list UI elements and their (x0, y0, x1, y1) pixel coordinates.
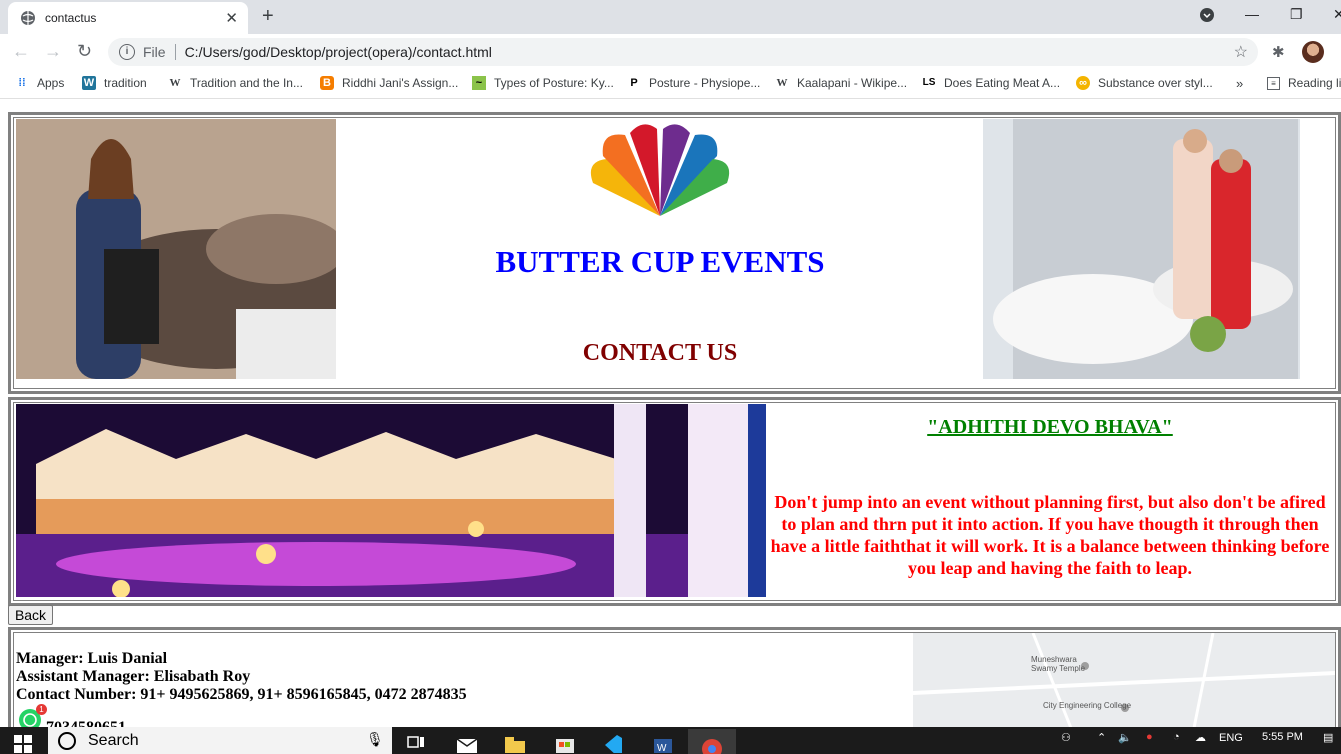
bookmark-label: tradition (104, 76, 147, 90)
bookmark-substance[interactable]: ∞ Substance over styl... (1076, 76, 1213, 90)
globe-icon (21, 11, 35, 25)
show-hidden-icons-icon[interactable]: ⌃ (1097, 731, 1106, 744)
site-icon: ∞ (1076, 76, 1090, 90)
night-event-photo (16, 404, 766, 597)
reload-icon[interactable]: ↻ (77, 41, 92, 62)
browser-tab-active[interactable]: contactus ✕ (8, 2, 248, 34)
bookmark-label: Types of Posture: Ky... (494, 76, 614, 90)
chrome-taskbar-icon[interactable] (688, 729, 736, 754)
tab-search-icon[interactable] (1199, 7, 1215, 26)
bookmark-apps[interactable]: ⁞⁞ Apps (15, 76, 64, 90)
back-arrow-icon[interactable]: ← (12, 41, 30, 62)
location-map[interactable]: Muneshwara Swamy Temple City Engineering… (913, 633, 1335, 733)
bookmark-kaalapani[interactable]: W Kaalapani - Wikipe... (775, 76, 908, 90)
forward-arrow-icon[interactable]: → (44, 41, 62, 62)
address-divider (174, 44, 176, 60)
search-placeholder: Search (88, 731, 139, 749)
bookmark-reading-list[interactable]: ≡ Reading li (1267, 76, 1341, 90)
banquet-hall-photo (983, 119, 1300, 379)
bookmark-posture-types[interactable]: ~ Types of Posture: Ky... (472, 76, 614, 90)
search-icon (58, 732, 76, 750)
speaker-photo (16, 119, 336, 379)
apps-grid-icon: ⁞⁞ (18, 77, 26, 89)
manager-line: Manager: Luis Danial (16, 650, 168, 667)
map-label: City Engineering College (1043, 701, 1132, 710)
assistant-manager-line: Assistant Manager: Elisabath Roy (16, 668, 251, 685)
contact-number-line: Contact Number: 91+ 9495625869, 91+ 8596… (16, 686, 467, 703)
windows-taskbar: Search 🎙 W ⚇ ⌃ 🔈 ● ◔ ☁ ENG 5:55 PM ▤ (0, 727, 1341, 754)
browser-toolbar: ← → ↻ i File C:/Users/god/Desktop/projec… (0, 34, 1341, 70)
whatsapp-badge: 1 (36, 704, 47, 715)
people-icon[interactable]: ⚇ (1061, 731, 1071, 744)
bookmarks-overflow-icon[interactable]: » (1236, 76, 1243, 91)
ls-icon: LS (922, 77, 936, 88)
bookmark-label: Substance over styl... (1098, 76, 1213, 90)
onedrive-icon[interactable]: ☁ (1195, 731, 1206, 744)
tab-close-icon[interactable]: ✕ (225, 9, 238, 27)
tab-title: contactus (45, 11, 97, 25)
svg-text:W: W (657, 743, 667, 753)
file-explorer-icon[interactable] (503, 729, 529, 754)
back-button[interactable]: Back (8, 605, 53, 625)
profile-avatar[interactable] (1302, 41, 1324, 63)
address-scheme: File (143, 44, 166, 60)
extensions-puzzle-icon[interactable]: ✱ (1272, 43, 1285, 61)
bookmark-label: Apps (37, 76, 65, 90)
vscode-icon[interactable] (600, 729, 626, 754)
wordpress-icon: W (82, 76, 96, 90)
clock-time[interactable]: 5:55 PM (1262, 731, 1303, 743)
wikipedia-icon: W (776, 77, 788, 89)
bookmark-riddhi[interactable]: B Riddhi Jani's Assign... (320, 76, 458, 90)
brand-heading: BUTTER CUP EVENTS (495, 244, 825, 279)
task-view-icon[interactable] (405, 729, 431, 754)
reading-list-icon: ≡ (1267, 76, 1280, 90)
bookmark-physiopedia[interactable]: P Posture - Physiope... (627, 76, 760, 90)
wikipedia-icon: W (169, 77, 181, 89)
store-icon[interactable] (553, 729, 579, 754)
peacock-logo-icon (590, 124, 730, 216)
blogger-icon: B (320, 76, 334, 90)
planning-quote: Don't jump into an event without plannin… (770, 492, 1330, 578)
bookmark-label: Riddhi Jani's Assign... (342, 76, 459, 90)
map-label: Muneshwara Swamy Temple (1031, 655, 1086, 673)
bookmark-eating-meat[interactable]: LS Does Eating Meat A... (922, 76, 1060, 90)
taskbar-search-box[interactable]: Search 🎙 (48, 727, 392, 754)
address-bar[interactable]: i File C:/Users/god/Desktop/project(oper… (108, 38, 1258, 66)
window-close-icon[interactable]: ✕ (1333, 6, 1341, 23)
volume-icon[interactable]: 🔈 (1118, 731, 1132, 744)
word-icon[interactable]: W (650, 729, 676, 754)
bookmark-label: Kaalapani - Wikipe... (797, 76, 908, 90)
language-indicator[interactable]: ENG (1219, 732, 1243, 744)
new-tab-icon[interactable]: + (262, 5, 274, 28)
bookmark-star-icon[interactable]: ☆ (1234, 42, 1248, 62)
notifications-icon[interactable]: ▤ (1323, 731, 1333, 744)
bookmark-tradition-wiki[interactable]: W Tradition and the In... (168, 76, 303, 90)
minimize-icon[interactable]: — (1245, 6, 1259, 22)
bookmark-label: Reading li (1288, 76, 1341, 90)
address-url[interactable]: C:/Users/god/Desktop/project(opera)/cont… (185, 44, 1234, 60)
motto-heading: "ADHITHI DEVO BHAVA" (927, 416, 1173, 438)
contact-details: Manager: Luis Danial Assistant Manager: … (16, 650, 467, 704)
bookmark-label: Does Eating Meat A... (944, 76, 1061, 90)
physiopedia-icon: P (630, 77, 638, 89)
wifi-icon[interactable]: ◔ (1173, 731, 1180, 743)
bookmark-label: Tradition and the In... (190, 76, 303, 90)
bookmarks-bar: ⁞⁞ Apps W tradition W Tradition and the … (0, 70, 1341, 99)
windows-start-icon[interactable] (14, 735, 32, 753)
network-icon[interactable]: ● (1146, 731, 1153, 743)
site-info-icon[interactable]: i (119, 44, 135, 60)
bookmark-tradition[interactable]: W tradition (82, 76, 147, 90)
browser-tabstrip: contactus ✕ + — ❐ ✕ (0, 0, 1341, 34)
contact-us-heading: CONTACT US (582, 340, 738, 366)
site-icon: ~ (472, 76, 486, 90)
microphone-icon[interactable]: 🎙 (366, 731, 384, 748)
mail-icon[interactable] (455, 729, 481, 754)
restore-icon[interactable]: ❐ (1290, 6, 1303, 23)
bookmark-label: Posture - Physiope... (649, 76, 761, 90)
